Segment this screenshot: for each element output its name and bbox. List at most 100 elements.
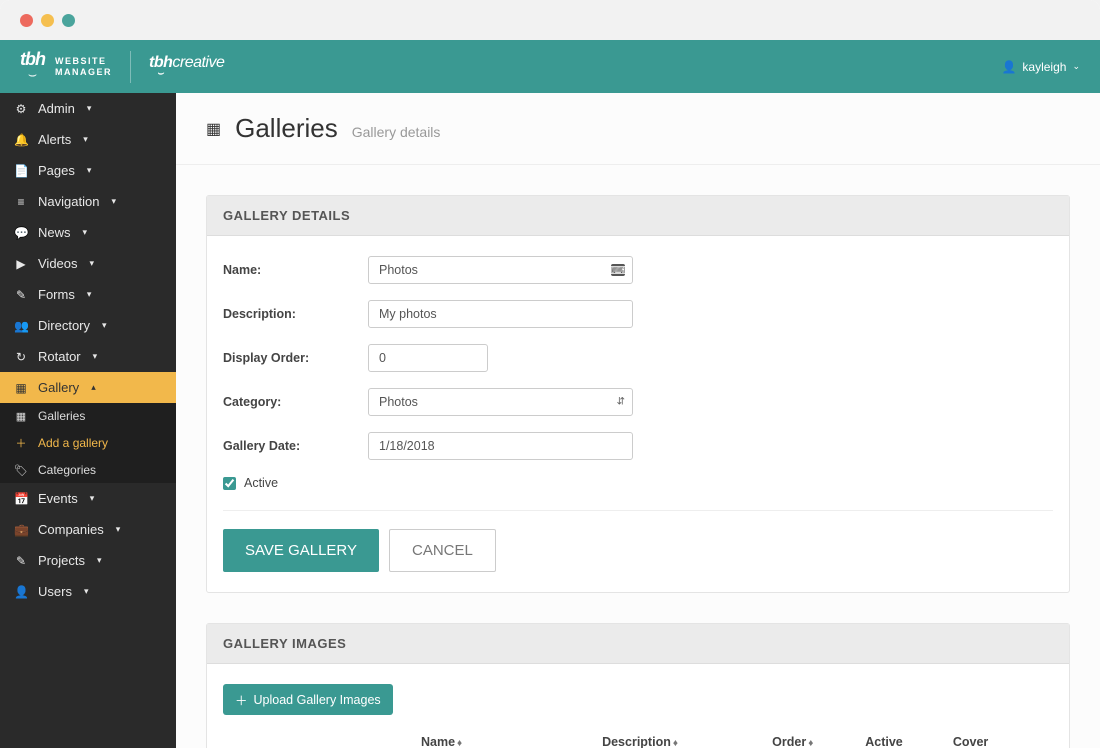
sidebar-item-admin[interactable]: ⚙Admin▾ — [0, 93, 176, 124]
tag-icon: 🏷 — [14, 464, 28, 477]
col-description[interactable]: Description♦ — [594, 729, 746, 748]
page-title: Galleries — [235, 113, 338, 144]
sidebar-item-news[interactable]: 💬News▾ — [0, 217, 176, 248]
sidebar-item-navigation[interactable]: ≡Navigation▾ — [0, 186, 176, 217]
sidebar-item-directory[interactable]: 👥Directory▾ — [0, 310, 176, 341]
play-icon: ▶ — [14, 257, 28, 271]
app-header: tbh ⌣ WEBSITE MANAGER tbhcreative ⌣ 👤 ka… — [0, 40, 1100, 93]
category-select[interactable]: Photos — [368, 388, 633, 416]
bell-icon: 🔔 — [14, 133, 28, 147]
brand-separator — [130, 51, 131, 83]
description-label: Description: — [223, 307, 368, 321]
grid-icon: ▦ — [14, 410, 28, 423]
sidebar-item-pages[interactable]: 📄Pages▾ — [0, 155, 176, 186]
window-zoom-dot[interactable] — [62, 14, 75, 27]
sidebar-gallery-submenu: ▦Galleries ＋Add a gallery 🏷Categories — [0, 403, 176, 483]
window-close-dot[interactable] — [20, 14, 33, 27]
plus-icon: ＋ — [14, 435, 28, 451]
list-icon: ≡ — [14, 195, 28, 209]
cancel-button[interactable]: CANCEL — [389, 529, 496, 572]
caret-icon: ▾ — [83, 134, 88, 145]
caret-icon: ▾ — [111, 196, 116, 207]
gallery-images-panel: GALLERY IMAGES ＋ Upload Gallery Images N… — [206, 623, 1070, 748]
caret-icon: ▾ — [83, 227, 88, 238]
active-checkbox[interactable] — [223, 477, 236, 490]
app-window: tbh ⌣ WEBSITE MANAGER tbhcreative ⌣ 👤 ka… — [0, 0, 1100, 748]
sidebar-item-rotator[interactable]: ↻Rotator▾ — [0, 341, 176, 372]
caret-icon: ▾ — [116, 524, 121, 535]
mac-titlebar — [0, 0, 1100, 40]
grid-icon: ▦ — [14, 381, 28, 395]
sidebar-item-events[interactable]: 📅Events▾ — [0, 483, 176, 514]
caret-icon: ▾ — [87, 103, 92, 114]
col-name[interactable]: Name♦ — [413, 729, 594, 748]
caret-icon: ▾ — [90, 258, 95, 269]
save-gallery-button[interactable]: SAVE GALLERY — [223, 529, 379, 572]
sort-icon: ♦ — [808, 738, 813, 748]
caret-icon: ▾ — [102, 320, 107, 331]
sidebar-item-users[interactable]: 👤Users▾ — [0, 576, 176, 607]
users-icon: 👥 — [14, 319, 28, 333]
panel-heading: GALLERY IMAGES — [207, 624, 1069, 664]
sort-icon: ♦ — [673, 738, 678, 748]
name-input[interactable] — [368, 256, 633, 284]
calendar-icon: 📅 — [14, 492, 28, 506]
grid-icon: ▦ — [206, 119, 221, 139]
category-label: Category: — [223, 395, 368, 409]
sidebar-item-videos[interactable]: ▶Videos▾ — [0, 248, 176, 279]
caret-icon: ▾ — [87, 289, 92, 300]
caret-icon: ▾ — [90, 493, 95, 504]
caret-up-icon: ▴ — [91, 382, 96, 393]
active-label: Active — [244, 476, 278, 490]
user-icon: 👤 — [1001, 60, 1016, 74]
gallery-details-panel: GALLERY DETAILS Name: ⌨ Description: — [206, 195, 1070, 593]
chevron-down-icon: ⌄ — [1072, 61, 1080, 72]
user-menu[interactable]: 👤 kayleigh ⌄ — [1001, 60, 1080, 74]
caret-icon: ▾ — [93, 351, 98, 362]
sidebar-item-projects[interactable]: ✎Projects▾ — [0, 545, 176, 576]
panel-heading: GALLERY DETAILS — [207, 196, 1069, 236]
sidebar-sub-add-gallery[interactable]: ＋Add a gallery — [0, 429, 176, 457]
briefcase-icon: 💼 — [14, 523, 28, 537]
upload-gallery-images-button[interactable]: ＋ Upload Gallery Images — [223, 684, 393, 715]
keyboard-icon: ⌨ — [611, 264, 625, 276]
sort-icon: ♦ — [457, 738, 462, 748]
description-input[interactable] — [368, 300, 633, 328]
display-order-label: Display Order: — [223, 351, 368, 365]
chat-icon: 💬 — [14, 226, 28, 240]
page-icon: 📄 — [14, 164, 28, 178]
brand-creative-logo: tbhcreative ⌣ — [149, 54, 224, 79]
pencil-icon: ✎ — [14, 288, 28, 302]
gallery-date-label: Gallery Date: — [223, 439, 368, 453]
caret-icon: ▾ — [97, 555, 102, 566]
gallery-date-input[interactable] — [368, 432, 633, 460]
window-minimize-dot[interactable] — [41, 14, 54, 27]
col-cover: Cover — [928, 729, 1013, 748]
col-order[interactable]: Order♦ — [746, 729, 840, 748]
gallery-images-table: Name♦ Description♦ Order♦ Active Cover — [223, 729, 1053, 748]
sidebar: ⚙Admin▾ 🔔Alerts▾ 📄Pages▾ ≡Navigation▾ 💬N… — [0, 93, 176, 748]
sidebar-sub-galleries[interactable]: ▦Galleries — [0, 403, 176, 429]
plus-icon: ＋ — [235, 690, 248, 709]
display-order-input[interactable] — [368, 344, 488, 372]
sidebar-item-companies[interactable]: 💼Companies▾ — [0, 514, 176, 545]
brand-app-name: WEBSITE MANAGER — [55, 56, 112, 78]
pencil-icon: ✎ — [14, 554, 28, 568]
main-content: ▦ Galleries Gallery details GALLERY DETA… — [176, 93, 1100, 748]
refresh-icon: ↻ — [14, 350, 28, 364]
breadcrumb: Gallery details — [352, 124, 441, 140]
sidebar-sub-categories[interactable]: 🏷Categories — [0, 457, 176, 483]
caret-icon: ▾ — [87, 165, 92, 176]
logo-mark-icon: tbh ⌣ — [20, 50, 45, 83]
caret-icon: ▾ — [84, 586, 89, 597]
sidebar-item-gallery[interactable]: ▦Gallery▴ — [0, 372, 176, 403]
col-active: Active — [840, 729, 928, 748]
user-name: kayleigh — [1022, 60, 1066, 74]
brand-logo: tbh ⌣ WEBSITE MANAGER — [20, 50, 112, 83]
page-header: ▦ Galleries Gallery details — [176, 93, 1100, 165]
user-icon: 👤 — [14, 585, 28, 599]
name-label: Name: — [223, 263, 368, 277]
sidebar-item-forms[interactable]: ✎Forms▾ — [0, 279, 176, 310]
gear-icon: ⚙ — [14, 102, 28, 116]
sidebar-item-alerts[interactable]: 🔔Alerts▾ — [0, 124, 176, 155]
